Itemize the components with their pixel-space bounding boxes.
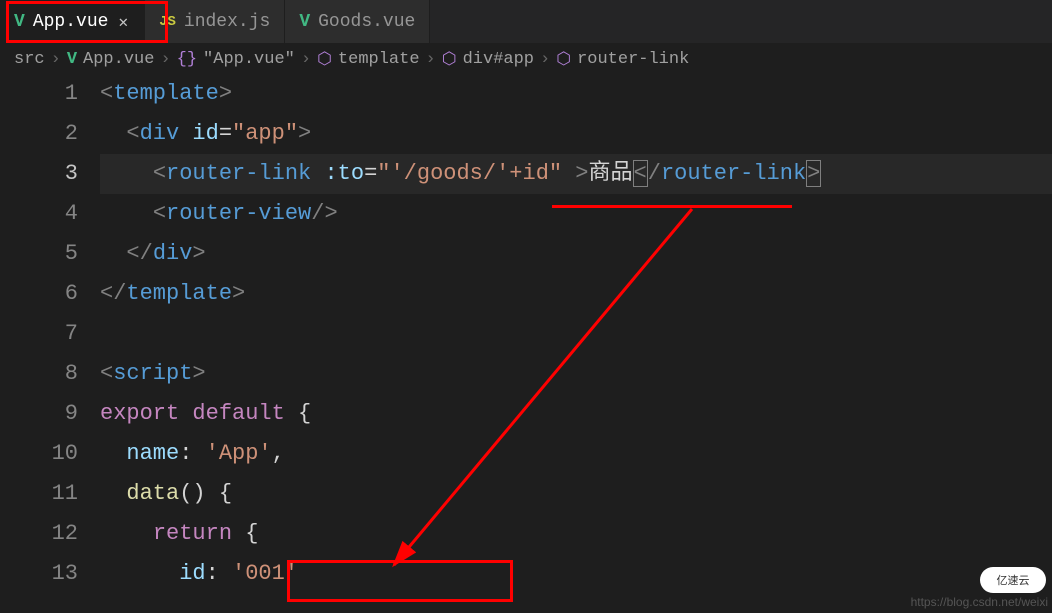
chevron-right-icon: › [51, 50, 61, 69]
line-number: 9 [0, 394, 78, 434]
code-line: </div> [100, 234, 1052, 274]
cube-icon: ⬡ [317, 49, 332, 70]
editor-tabs: V App.vue ✕ JS index.js V Goods.vue [0, 0, 1052, 44]
tab-label: App.vue [33, 12, 109, 32]
line-number: 11 [0, 474, 78, 514]
line-number: 2 [0, 114, 78, 154]
code-line: <div id="app"> [100, 114, 1052, 154]
vue-icon: V [299, 12, 310, 32]
tab-label: index.js [184, 12, 270, 32]
line-number: 5 [0, 234, 78, 274]
watermark-url: https://blog.csdn.net/weixi [911, 595, 1048, 609]
vue-icon: V [14, 12, 25, 32]
chevron-right-icon: › [426, 50, 436, 69]
code-line: id: '001' [100, 554, 1052, 594]
breadcrumb-item[interactable]: router-link [577, 50, 689, 69]
annotation-underline [552, 205, 792, 208]
breadcrumb-item[interactable]: "App.vue" [203, 50, 295, 69]
tab-goods-vue[interactable]: V Goods.vue [285, 0, 430, 43]
code-line: data() { [100, 474, 1052, 514]
line-number: 3 [0, 154, 78, 194]
chevron-right-icon: › [160, 50, 170, 69]
chevron-right-icon: › [540, 50, 550, 69]
line-gutter: 1 2 3 4 5 6 7 8 9 10 11 12 13 [0, 74, 100, 594]
code-line: export default { [100, 394, 1052, 434]
breadcrumb-item[interactable]: div#app [463, 50, 534, 69]
tab-index-js[interactable]: JS index.js [145, 0, 285, 43]
code-line: return { [100, 514, 1052, 554]
code-line: <template> [100, 74, 1052, 114]
line-number: 7 [0, 314, 78, 354]
code-editor[interactable]: 1 2 3 4 5 6 7 8 9 10 11 12 13 <template>… [0, 74, 1052, 594]
code-line [100, 314, 1052, 354]
cube-icon: ⬡ [556, 49, 571, 70]
code-line: </template> [100, 274, 1052, 314]
braces-icon: {} [177, 50, 197, 69]
line-number: 6 [0, 274, 78, 314]
watermark-logo: 亿速云 [980, 567, 1046, 593]
breadcrumb: src › V App.vue › {} "App.vue" › ⬡ templ… [0, 44, 1052, 74]
vue-icon: V [67, 50, 77, 69]
line-number: 4 [0, 194, 78, 234]
code-line: <router-view/> [100, 194, 1052, 234]
close-icon[interactable]: ✕ [116, 12, 130, 32]
line-number: 10 [0, 434, 78, 474]
code-line: <script> [100, 354, 1052, 394]
js-icon: JS [159, 14, 176, 30]
tab-label: Goods.vue [318, 12, 415, 32]
line-number: 1 [0, 74, 78, 114]
breadcrumb-item[interactable]: App.vue [83, 50, 154, 69]
code-line: name: 'App', [100, 434, 1052, 474]
chevron-right-icon: › [301, 50, 311, 69]
tab-app-vue[interactable]: V App.vue ✕ [0, 0, 145, 43]
line-number: 13 [0, 554, 78, 594]
code-line-current: <router-link :to="'/goods/'+id" >商品</rou… [100, 154, 1052, 194]
breadcrumb-item[interactable]: template [338, 50, 420, 69]
breadcrumb-item[interactable]: src [14, 50, 45, 69]
line-number: 8 [0, 354, 78, 394]
cube-icon: ⬡ [442, 49, 457, 70]
line-number: 12 [0, 514, 78, 554]
code-area[interactable]: <template> <div id="app"> <router-link :… [100, 74, 1052, 594]
